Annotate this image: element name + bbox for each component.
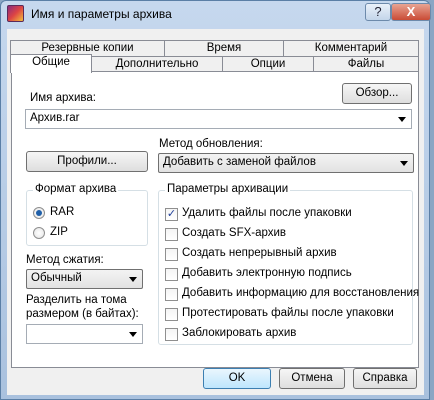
format-zip-radio[interactable] [33,227,45,239]
chevron-down-icon [400,161,408,166]
solid-archive-label: Создать непрерывный архив [182,247,337,259]
ok-button[interactable]: OK [203,368,271,389]
title-bar[interactable]: Имя и параметры архива ? X [1,1,431,27]
solid-archive-checkbox[interactable] [165,248,178,261]
archive-name-value: Архив.rar [30,112,80,124]
profiles-button[interactable]: Профили... [26,151,148,172]
cancel-button[interactable]: Отмена [279,368,345,389]
compression-value: Обычный [31,272,82,284]
format-zip-label: ZIP [50,226,68,238]
winrar-app-icon [7,5,24,22]
signature-checkbox[interactable] [165,268,178,281]
format-rar-radio[interactable] [33,207,45,219]
archive-name-label: Имя архива: [30,92,97,104]
delete-files-checkbox[interactable] [165,208,178,221]
help-title-button[interactable]: ? [365,3,391,21]
general-tab-panel: Имя архива: Обзор... Архив.rar Метод обн… [11,71,419,368]
tab-general[interactable]: Общие [10,54,92,73]
split-volume-field[interactable] [26,324,143,344]
close-icon: X [406,4,416,19]
dialog-client: Резервные копии Время Комментарий Общие … [7,29,424,395]
tab-comment[interactable]: Комментарий [283,40,419,57]
browse-button[interactable]: Обзор... [342,83,412,104]
dialog-window: Имя и параметры архива ? X Резервные коп… [0,0,431,400]
archive-name-field[interactable]: Архив.rar [25,109,412,129]
help-button[interactable]: Справка [353,368,417,389]
tab-time[interactable]: Время [164,40,284,57]
compression-label: Метод сжатия: [26,254,104,266]
recovery-record-label: Добавить информацию для восстановления [182,287,420,299]
chevron-down-icon [129,277,137,282]
recovery-record-checkbox[interactable] [165,288,178,301]
signature-label: Добавить электронную подпись [182,267,352,279]
update-method-select[interactable]: Добавить с заменой файлов [158,153,414,173]
lock-archive-checkbox[interactable] [165,328,178,341]
question-icon: ? [374,4,382,19]
update-method-value: Добавить с заменой файлов [163,156,316,168]
delete-files-label: Удалить файлы после упаковки [182,207,352,219]
sfx-archive-label: Создать SFX-архив [182,227,287,239]
format-rar-label: RAR [50,206,75,218]
archiving-options-title: Параметры архивации [165,183,291,195]
close-button[interactable]: X [391,3,431,21]
archive-format-title: Формат архива [33,183,119,195]
lock-archive-label: Заблокировать архив [182,327,297,339]
sfx-archive-checkbox[interactable] [165,228,178,241]
window-title: Имя и параметры архива [31,7,172,21]
chevron-down-icon [129,332,137,337]
compression-select[interactable]: Обычный [26,269,143,289]
archive-format-group: Формат архива RAR ZIP [26,183,148,246]
split-label-line1: Разделить на тома [26,294,127,306]
chevron-down-icon [398,117,406,122]
update-method-label: Метод обновления: [159,138,263,150]
split-label-line2: размером (в байтах): [26,308,139,320]
archiving-options-group: Параметры архивации Удалить файлы после … [158,183,419,345]
test-files-label: Протестировать файлы после упаковки [182,307,394,319]
test-files-checkbox[interactable] [165,308,178,321]
